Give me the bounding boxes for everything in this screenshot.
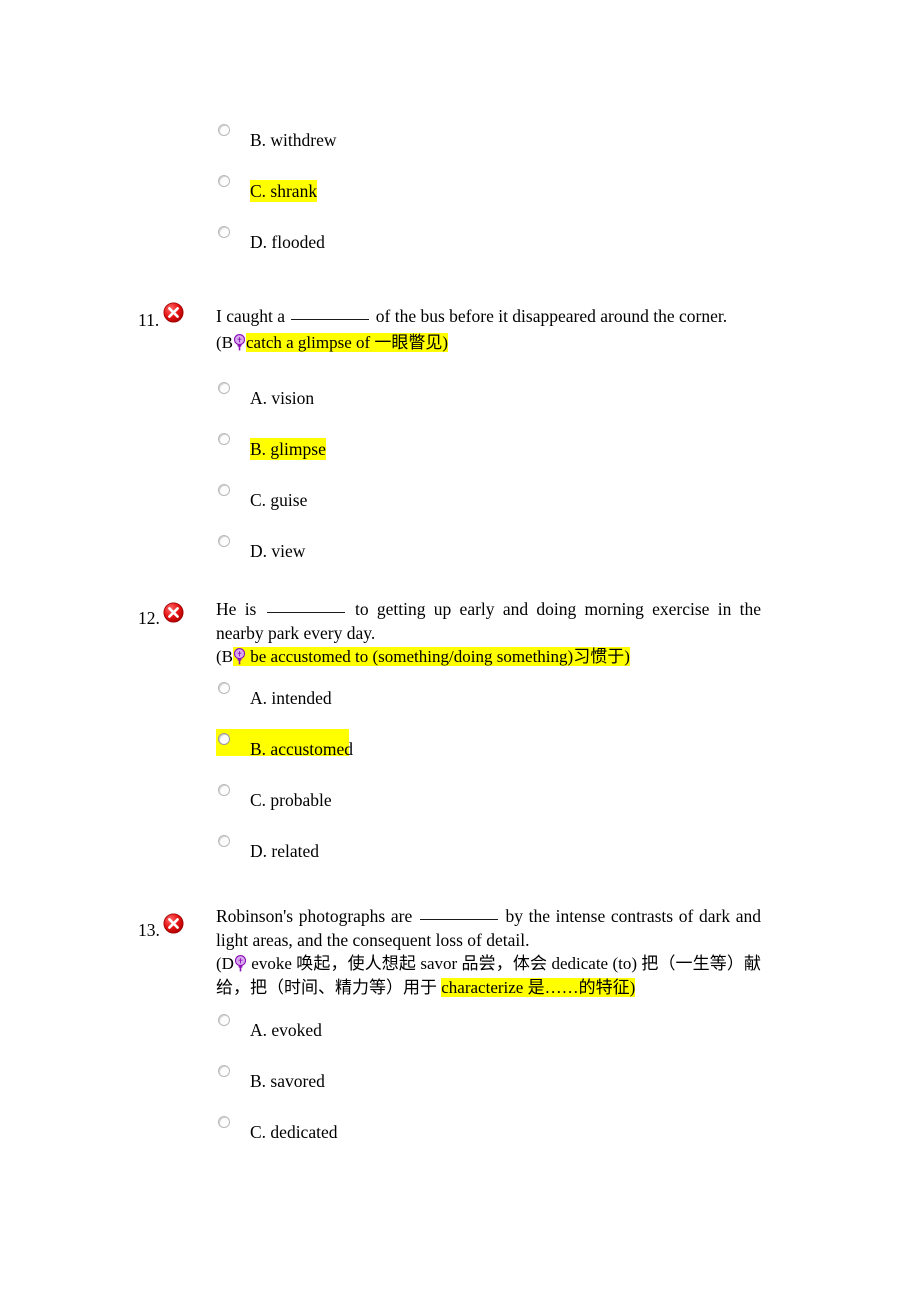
option-label: A. vision	[250, 388, 315, 408]
option-group-12: A. intended B. accustomed C. probable D.…	[0, 678, 920, 882]
question-stem: He is to getting up early and doing morn…	[216, 598, 761, 645]
lightbulb-icon	[233, 333, 246, 351]
radio-button-c[interactable]	[218, 484, 230, 496]
option-label: B. glimpse	[250, 438, 326, 460]
answer-blank	[419, 919, 498, 920]
radio-button-c[interactable]	[218, 1116, 230, 1128]
stem-before: I caught a	[216, 306, 290, 326]
error-circle-icon	[163, 602, 184, 623]
question-hint: (D evoke 唤起，使人想起 savor 品尝，体会 dedicate (t…	[216, 952, 761, 1000]
option-row[interactable]: D. related	[0, 831, 920, 882]
option-group-13: A. evoked B. savored C. dedicated	[0, 1010, 920, 1163]
option-row[interactable]: C. guise	[0, 480, 920, 531]
question-body: Robinson's photographs are by the intens…	[216, 905, 761, 1000]
radio-button-b[interactable]	[218, 124, 230, 136]
question-number: 13.	[138, 920, 160, 940]
option-row[interactable]: D. flooded	[0, 222, 920, 273]
radio-button-c[interactable]	[218, 784, 230, 796]
radio-button-b[interactable]	[218, 733, 230, 745]
radio-button-a[interactable]	[218, 382, 230, 394]
radio-button-d[interactable]	[218, 835, 230, 847]
option-row[interactable]: C. probable	[0, 780, 920, 831]
option-row[interactable]: A. evoked	[0, 1010, 920, 1061]
radio-button-d[interactable]	[218, 226, 230, 238]
stem-before: Robinson's photographs are	[216, 906, 418, 926]
option-label: A. intended	[250, 688, 332, 708]
error-circle-icon	[163, 913, 184, 934]
option-row[interactable]: C. shrank	[0, 171, 920, 222]
option-label: A. evoked	[250, 1020, 322, 1040]
error-circle-icon	[163, 302, 184, 323]
hint-highlight-wrap: be accustomed to (something/doing someth…	[233, 647, 630, 666]
question-number: 11.	[138, 310, 160, 330]
answer-blank	[291, 319, 370, 320]
stem-before: He is	[216, 599, 265, 619]
option-label: C. guise	[250, 490, 308, 510]
quiz-page: B. withdrew C. shrank D. flooded 11. I c…	[0, 0, 920, 1302]
option-label: C. dedicated	[250, 1122, 338, 1142]
option-row[interactable]: C. dedicated	[0, 1112, 920, 1163]
option-row[interactable]: B. accustomed	[0, 729, 920, 780]
lightbulb-icon	[233, 648, 246, 665]
option-label: B. accustomed	[250, 739, 354, 759]
radio-button-b[interactable]	[218, 433, 230, 445]
option-row[interactable]: D. view	[0, 531, 920, 582]
stem-after: to getting up early and doing morning ex…	[216, 599, 762, 643]
hint-text: be accustomed to (something/doing someth…	[246, 647, 630, 666]
hint-text-highlighted: characterize 是……的特征)	[441, 978, 636, 997]
hint-prefix: (D	[216, 954, 234, 973]
hint-prefix: (B	[216, 332, 233, 352]
option-label: D. view	[250, 541, 306, 561]
option-label: D. related	[250, 841, 319, 861]
option-label: C. shrank	[250, 180, 318, 202]
option-group-previous: B. withdrew C. shrank D. flooded	[0, 120, 920, 273]
option-label: B. savored	[250, 1071, 325, 1091]
radio-button-a[interactable]	[218, 1014, 230, 1026]
answer-blank	[266, 612, 345, 613]
option-label: D. flooded	[250, 232, 325, 252]
lightbulb-icon	[234, 955, 247, 972]
radio-button-d[interactable]	[218, 535, 230, 547]
question-stem: I caught a of the bus before it disappea…	[216, 305, 761, 329]
option-group-11: A. vision B. glimpse C. guise D. view	[0, 378, 920, 582]
option-row[interactable]: A. vision	[0, 378, 920, 429]
question-body: He is to getting up early and doing morn…	[216, 598, 761, 669]
radio-button-b[interactable]	[218, 1065, 230, 1077]
option-row[interactable]: B. withdrew	[0, 120, 920, 171]
question-number: 12.	[138, 608, 160, 628]
hint-text: catch a glimpse of 一眼瞥见)	[246, 332, 449, 352]
stem-after: of the bus before it disappeared around …	[371, 306, 728, 326]
option-label: C. probable	[250, 790, 332, 810]
option-label: B. withdrew	[250, 130, 337, 150]
question-body: I caught a of the bus before it disappea…	[216, 305, 761, 355]
radio-button-c[interactable]	[218, 175, 230, 187]
question-stem: Robinson's photographs are by the intens…	[216, 905, 761, 952]
question-hint: (B catch a glimpse of 一眼瞥见)	[216, 331, 761, 355]
option-row[interactable]: A. intended	[0, 678, 920, 729]
option-row[interactable]: B. glimpse	[0, 429, 920, 480]
radio-button-a[interactable]	[218, 682, 230, 694]
hint-prefix: (B	[216, 647, 233, 666]
option-row[interactable]: B. savored	[0, 1061, 920, 1112]
question-hint: (B be accustomed to (something/doing som…	[216, 645, 761, 669]
